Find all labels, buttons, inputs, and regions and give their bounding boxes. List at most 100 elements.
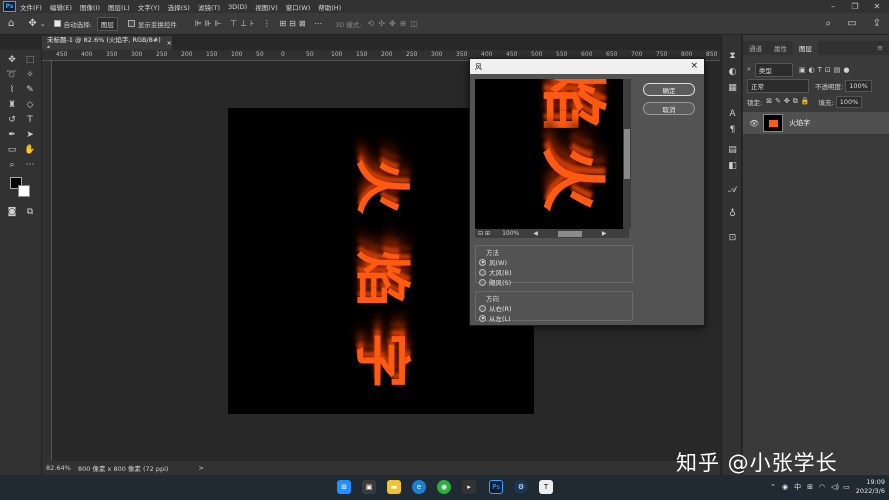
- menu-window[interactable]: 窗口(W): [282, 2, 315, 12]
- menu-help[interactable]: 帮助(H): [314, 2, 345, 12]
- menu-layer[interactable]: 图层(L): [104, 2, 134, 12]
- layer-name[interactable]: 火焰字: [789, 118, 810, 128]
- tab-properties[interactable]: 属性: [768, 41, 793, 55]
- pen-tool-icon[interactable]: ✒: [5, 128, 19, 142]
- brush-tool-icon[interactable]: ✎: [23, 83, 37, 97]
- swatches-panel-icon[interactable]: ▦: [726, 81, 739, 94]
- cancel-button[interactable]: 取消: [643, 102, 695, 115]
- method-option[interactable]: 风(W): [476, 257, 632, 267]
- zoom-tool-icon[interactable]: ⌕: [5, 158, 19, 172]
- wifi-icon[interactable]: ◠: [819, 483, 825, 491]
- history-brush-icon[interactable]: ↺: [5, 113, 19, 127]
- media-icon[interactable]: ▸: [462, 480, 476, 494]
- visibility-eye-icon[interactable]: 👁: [749, 119, 759, 128]
- status-arrow-icon[interactable]: >: [198, 464, 203, 472]
- more-tools-icon[interactable]: ⋯: [23, 158, 37, 172]
- workspace-icon[interactable]: ▭: [847, 18, 856, 29]
- lock-icons[interactable]: ⊠✎✥⧉🔒: [766, 97, 812, 106]
- glyphs-panel-icon[interactable]: 𝒜: [726, 183, 739, 196]
- fill-input[interactable]: 100%: [835, 95, 863, 108]
- 3d-tool-icons[interactable]: ⟲✣✥⊕◫: [368, 19, 422, 28]
- menu-select[interactable]: 选择(S): [164, 2, 194, 12]
- history-panel-icon[interactable]: ⧗: [726, 49, 739, 62]
- text-tool-icon[interactable]: T: [23, 113, 37, 127]
- menu-filter[interactable]: 滤镜(T): [194, 2, 224, 12]
- direction-option[interactable]: 从左(L): [476, 313, 632, 323]
- ok-button[interactable]: 确定: [643, 83, 695, 96]
- auto-select-checkbox[interactable]: [53, 20, 64, 28]
- scroll-left-icon[interactable]: ◀: [533, 230, 538, 237]
- method-option[interactable]: 飓风(S): [476, 277, 632, 287]
- show-transform-checkbox[interactable]: [127, 20, 138, 28]
- wechat-icon[interactable]: ◉: [437, 480, 451, 494]
- background-color-swatch[interactable]: [18, 185, 30, 197]
- quick-mask-icon[interactable]: ◙: [5, 205, 19, 219]
- method-option[interactable]: 大风(B): [476, 267, 632, 277]
- home-icon[interactable]: ⌂: [8, 18, 14, 29]
- preview-vscroll-thumb[interactable]: [624, 129, 630, 179]
- zoom-out-icon[interactable]: ⊟⊞: [478, 230, 492, 237]
- close-tab-icon[interactable]: ×: [167, 39, 172, 47]
- hand-tool-icon[interactable]: ✋: [23, 143, 37, 157]
- character-panel-icon[interactable]: A: [726, 107, 739, 120]
- magic-wand-icon[interactable]: ✧: [23, 68, 37, 82]
- chevron-down-icon[interactable]: ⌄: [40, 20, 46, 28]
- tab-channels[interactable]: 通道: [743, 41, 768, 55]
- auto-select-target-dropdown[interactable]: 图层: [96, 16, 118, 31]
- file-explorer-icon[interactable]: ▬: [387, 480, 401, 494]
- battery-icon[interactable]: ▭: [843, 483, 850, 491]
- start-icon[interactable]: ⊞: [337, 480, 351, 494]
- minimize-icon[interactable]: –: [825, 0, 841, 13]
- path-select-icon[interactable]: ➤: [23, 128, 37, 142]
- move-tool-icon[interactable]: ✥: [28, 18, 36, 29]
- tray-app-icon[interactable]: ◉: [782, 483, 788, 491]
- filter-kind-dropdown[interactable]: 类型: [754, 62, 793, 77]
- maximize-icon[interactable]: ❐: [847, 0, 863, 13]
- lasso-tool-icon[interactable]: ➰: [5, 68, 19, 82]
- zoom-level[interactable]: 82.64%: [42, 464, 76, 472]
- input-language[interactable]: 中: [794, 482, 801, 492]
- libraries-panel-icon[interactable]: ▤: [726, 143, 739, 156]
- search-icon[interactable]: ⌕: [826, 18, 832, 29]
- blend-mode-dropdown[interactable]: 正常: [747, 78, 809, 93]
- filter-preview[interactable]: 焰 火: [475, 79, 629, 229]
- volume-icon[interactable]: ◁): [831, 483, 839, 491]
- opacity-input[interactable]: 100%: [845, 79, 872, 92]
- steam-icon[interactable]: ⚙: [514, 480, 528, 494]
- color-panel-icon[interactable]: ◐: [726, 65, 739, 78]
- stamp-tool-icon[interactable]: ♜: [5, 98, 19, 112]
- typora-icon[interactable]: T: [539, 480, 553, 494]
- layer-row[interactable]: 👁 火焰字: [743, 112, 889, 134]
- menu-file[interactable]: 文件(F): [16, 2, 46, 12]
- clock[interactable]: 19:09 2022/3/6: [856, 478, 885, 496]
- tray-expand-icon[interactable]: ⌃: [770, 483, 776, 491]
- menu-type[interactable]: 文字(Y): [134, 2, 164, 12]
- menu-view[interactable]: 视图(V): [251, 2, 282, 12]
- filter-icons[interactable]: ▣◐T⊡▤●: [799, 66, 853, 74]
- paths-panel-icon[interactable]: ⊡: [726, 231, 739, 244]
- photoshop-taskbar-icon[interactable]: Ps: [489, 480, 503, 494]
- eraser-tool-icon[interactable]: ◇: [23, 98, 37, 112]
- menu-edit[interactable]: 编辑(E): [46, 2, 76, 12]
- ime-icon[interactable]: ⊞: [807, 483, 813, 491]
- move-tool-icon[interactable]: ✥: [5, 53, 19, 67]
- panel-menu-icon[interactable]: ≡: [877, 44, 883, 52]
- adjustments-panel-icon[interactable]: ◧: [726, 159, 739, 172]
- edge-icon[interactable]: e: [412, 480, 426, 494]
- direction-option[interactable]: 从右(R): [476, 303, 632, 313]
- align-icons[interactable]: ⊫⊪⊩ ⊤⊥⊦ ⋮ ⊞⊟⊠ ⋯: [195, 19, 325, 28]
- menu-3d[interactable]: 3D(D): [224, 3, 251, 11]
- menu-image[interactable]: 图像(I): [76, 2, 104, 12]
- learn-panel-icon[interactable]: ♁: [726, 207, 739, 220]
- screen-mode-icon[interactable]: ⧉: [23, 205, 37, 219]
- share-icon[interactable]: ⇪: [873, 18, 881, 29]
- close-window-icon[interactable]: ✕: [869, 0, 885, 13]
- tab-layers[interactable]: 图层: [793, 41, 818, 55]
- document-tab[interactable]: 未标题-1 @ 82.6% (火焰字, RGB/8#) * ×: [42, 36, 172, 52]
- rectangle-tool-icon[interactable]: ▭: [5, 143, 19, 157]
- task-view-icon[interactable]: ▣: [362, 480, 376, 494]
- marquee-tool-icon[interactable]: ⬚: [23, 53, 37, 67]
- eyedropper-icon[interactable]: ⌇: [5, 83, 19, 97]
- preview-hscroll-thumb[interactable]: [557, 230, 582, 237]
- scroll-right-icon[interactable]: ▶: [602, 230, 607, 237]
